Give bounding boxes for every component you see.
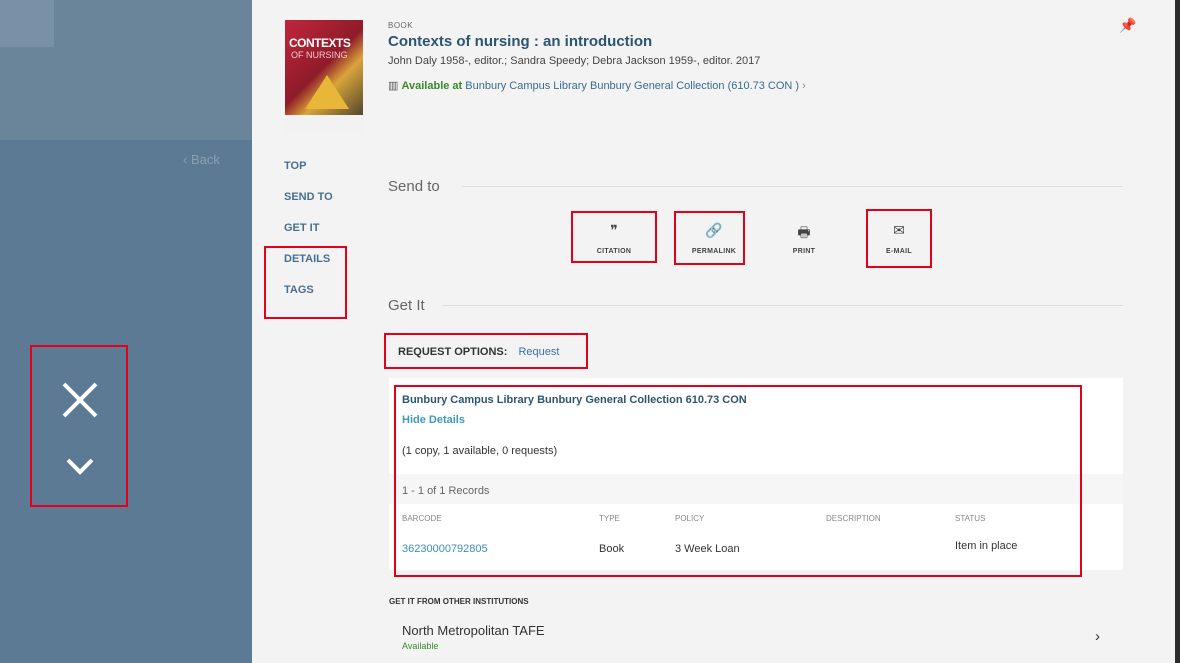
quote-icon: ❞ (610, 222, 618, 238)
nav-item-send-to[interactable]: SEND TO (284, 191, 333, 222)
divider (442, 305, 1123, 306)
send-to-heading: Send to (388, 178, 440, 195)
permalink-label: PERMALINK (691, 248, 737, 255)
cover-title: CONTEXTS (289, 36, 351, 50)
back-link[interactable]: ‹ Back (183, 152, 220, 167)
request-options-label: REQUEST OPTIONS: (398, 346, 508, 358)
citation-button[interactable]: ❞ CITATION (579, 222, 649, 258)
book-cover-image[interactable]: CONTEXTS OF NURSING (285, 20, 363, 133)
envelope-icon: ✉ (893, 222, 905, 238)
window-edge (1175, 0, 1180, 663)
availability-line[interactable]: ▥ Available at Bunbury Campus Library Bu… (388, 79, 806, 92)
print-button[interactable]: 🖶 PRINT (769, 222, 839, 258)
column-header-status: STATUS (955, 514, 986, 523)
record-panel: CONTEXTS OF NURSING BOOK Contexts of nur… (252, 0, 1175, 663)
cover-footer (285, 115, 363, 133)
holding-location[interactable]: Bunbury Campus Library Bunbury General C… (402, 394, 747, 406)
nav-item-get-it[interactable]: GET IT (284, 222, 333, 253)
nav-item-tags[interactable]: TAGS (284, 284, 333, 315)
column-header-barcode: BARCODE (402, 514, 442, 523)
record-authors: John Daly 1958-, editor.; Sandra Speedy;… (388, 55, 761, 67)
left-top-box (0, 0, 54, 47)
chevron-right-icon: › (802, 80, 806, 92)
permalink-button[interactable]: 🔗 PERMALINK (679, 222, 749, 258)
policy-cell: 3 Week Loan (675, 543, 740, 555)
chevron-down-icon[interactable] (62, 452, 98, 480)
print-label: PRINT (792, 248, 816, 255)
status-cell: Item in place (955, 540, 1018, 552)
column-header-type: TYPE (599, 514, 620, 523)
holding-card: Bunbury Campus Library Bunbury General C… (389, 378, 1123, 570)
column-header-policy: POLICY (675, 514, 705, 523)
citation-label: CITATION (596, 248, 632, 255)
chevron-right-icon[interactable]: › (1095, 628, 1100, 645)
get-it-heading: Get It (388, 297, 425, 314)
column-header-description: DESCRIPTION (826, 514, 881, 523)
request-link[interactable]: Request (518, 346, 559, 358)
link-icon: 🔗 (705, 222, 723, 238)
left-overlay: ‹ Back (0, 0, 252, 663)
nav-item-top[interactable]: TOP (284, 160, 333, 191)
divider (462, 186, 1123, 187)
type-cell: Book (599, 543, 625, 555)
record-type: BOOK (388, 21, 414, 30)
email-label: E-MAIL (886, 248, 912, 255)
section-nav: TOP SEND TO GET IT DETAILS TAGS (284, 160, 333, 315)
availability-status: Available at (401, 80, 463, 92)
printer-icon: 🖶 (797, 224, 811, 240)
records-count: 1 - 1 of 1 Records (389, 474, 1123, 504)
cover-graphic (305, 75, 349, 109)
nav-item-details[interactable]: DETAILS (284, 253, 333, 284)
email-button[interactable]: ✉ E-MAIL (864, 222, 934, 258)
request-options: REQUEST OPTIONS: Request (398, 346, 559, 358)
other-institutions-heading: GET IT FROM OTHER INSTITUTIONS (389, 597, 529, 606)
holding-copies: (1 copy, 1 available, 0 requests) (402, 445, 558, 457)
institution-name[interactable]: North Metropolitan TAFE (402, 623, 545, 638)
barcode-cell[interactable]: 36230000792805 (402, 543, 488, 555)
book-icon: ▥ (388, 80, 399, 92)
record-title[interactable]: Contexts of nursing : an introduction (388, 33, 652, 50)
institution-status: Available (402, 641, 439, 651)
hide-details-link[interactable]: Hide Details (402, 414, 465, 426)
close-icon[interactable] (60, 380, 100, 420)
pin-icon[interactable]: 📌 (1119, 17, 1136, 34)
availability-location: Bunbury Campus Library Bunbury General C… (465, 80, 800, 92)
cover-subtitle: OF NURSING (291, 50, 348, 60)
